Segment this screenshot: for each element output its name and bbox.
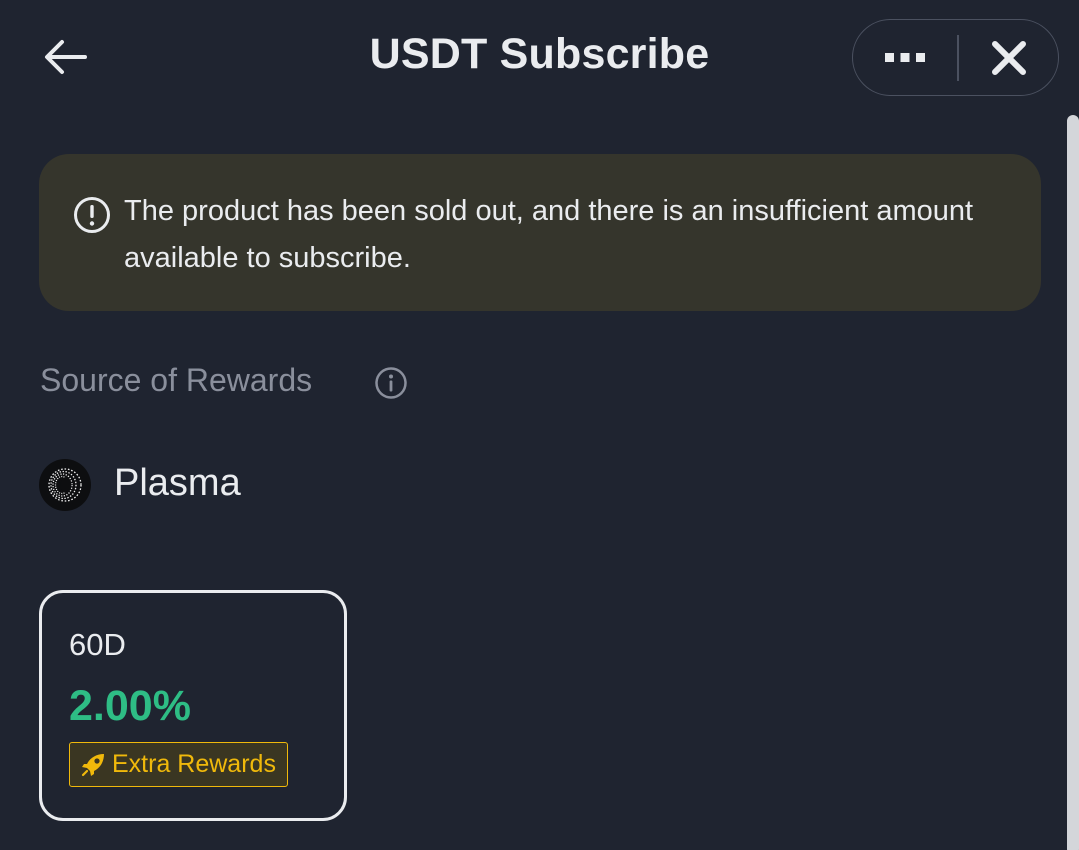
close-icon <box>991 40 1026 75</box>
source-of-rewards-label: Source of Rewards <box>40 362 313 398</box>
exclamation-circle-icon <box>74 197 110 233</box>
sold-out-warning-banner: The product has been sold out, and there… <box>39 154 1041 311</box>
term-duration: 60D <box>69 627 126 662</box>
more-dots-icon <box>885 52 925 62</box>
extra-rewards-badge: Extra Rewards <box>69 742 288 787</box>
subscribe-page: USDT Subscribe The product has been sold… <box>0 0 1079 850</box>
extra-rewards-label: Extra Rewards <box>112 750 276 778</box>
plasma-logo <box>39 459 91 511</box>
close-button[interactable] <box>959 20 1058 95</box>
term-apr-rate: 2.00% <box>69 682 191 730</box>
mini-program-capsule <box>852 19 1059 96</box>
warning-message: The product has been sold out, and there… <box>124 195 974 274</box>
term-option-card[interactable]: 60D 2.00% Extra Rewards <box>39 590 347 821</box>
info-icon[interactable] <box>374 366 408 400</box>
more-button[interactable] <box>853 20 957 95</box>
page-scrollbar[interactable] <box>1067 115 1079 850</box>
reward-provider-name: Plasma <box>114 462 241 504</box>
rocket-icon <box>81 753 104 776</box>
